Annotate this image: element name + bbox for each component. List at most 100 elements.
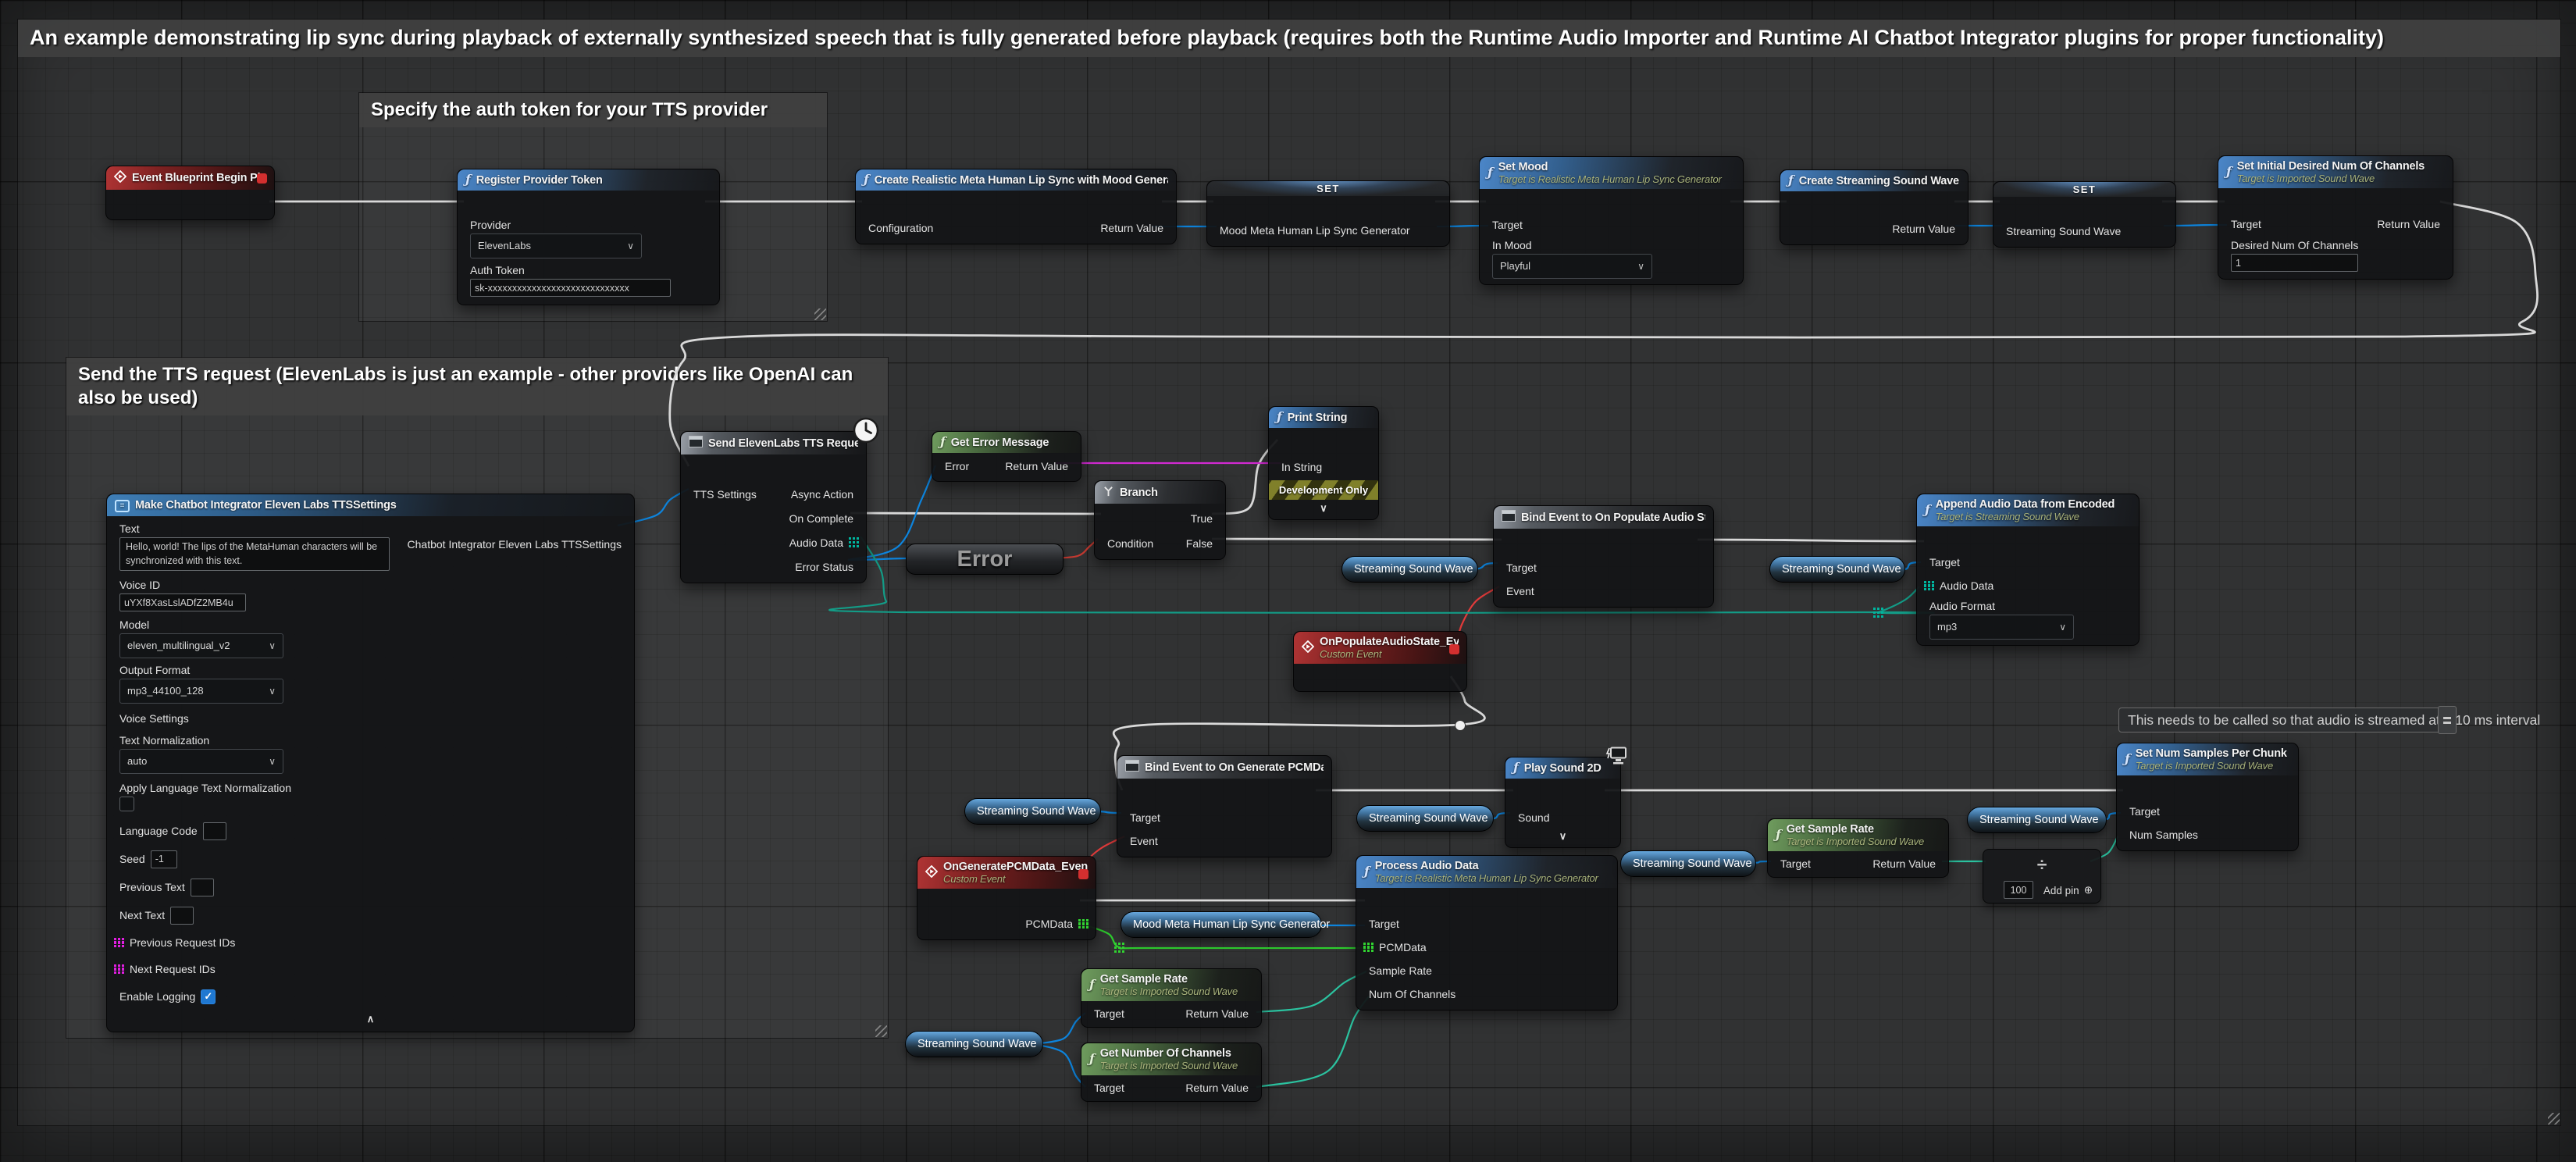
print-string-node[interactable]: ƒPrint StringIn StringDevelopment Only∨ <box>1268 406 1379 520</box>
create-realistic-lipsync-node[interactable]: ƒCreate Realistic Meta Human Lip Sync wi… <box>855 169 1177 244</box>
textarea-field[interactable]: Hello, world! The lips of the MetaHuman … <box>119 537 390 571</box>
blueprint-graph-canvas[interactable]: An example demonstrating lip sync during… <box>0 0 2576 1162</box>
delegate-pin[interactable] <box>1078 869 1088 879</box>
checkbox[interactable] <box>119 797 134 811</box>
node-header[interactable]: SET <box>1207 181 1449 196</box>
node-header[interactable]: SET <box>1993 182 2175 197</box>
note-pin-button[interactable] <box>2438 706 2457 734</box>
divisor-value-field[interactable]: 100 <box>2004 881 2033 899</box>
variable-get-pill[interactable]: Streaming Sound Wave <box>905 1031 1043 1057</box>
node-header[interactable]: ƒGet Error Message <box>932 432 1081 453</box>
audio-data-pin[interactable] <box>849 537 859 547</box>
bind-event-on-populate-audio-state-node[interactable]: Bind Event to On Populate Audio StateTar… <box>1493 505 1714 608</box>
get-sample-rate-right-node[interactable]: ƒGet Sample RateTarget is Imported Sound… <box>1767 818 1949 878</box>
branch-node[interactable]: BranchTrueConditionFalse <box>1094 480 1226 560</box>
comment-title-bar[interactable]: An example demonstrating lip sync during… <box>18 20 2560 57</box>
text-field[interactable] <box>170 907 194 925</box>
get-number-of-channels-node[interactable]: ƒGet Number Of ChannelsTarget is Importe… <box>1081 1043 1262 1102</box>
comment-title-bar[interactable]: Send the TTS request (ElevenLabs is just… <box>66 358 888 415</box>
node-subtitle: Target is Streaming Sound Wave <box>1936 511 2115 522</box>
create-streaming-sound-wave-node[interactable]: ƒCreate Streaming Sound WaveReturn Value <box>1780 169 1969 245</box>
set-mood-node[interactable]: ƒSet MoodTarget is Realistic Meta Human … <box>1479 156 1744 285</box>
variable-get-pill[interactable]: Streaming Sound Wave <box>1356 805 1494 832</box>
node-header[interactable]: ƒGet Number Of ChannelsTarget is Importe… <box>1081 1043 1261 1075</box>
set-initial-desired-num-channels-node[interactable]: ƒSet Initial Desired Num Of ChannelsTarg… <box>2218 155 2453 280</box>
text-field[interactable] <box>203 822 226 840</box>
node-header[interactable]: ƒPlay Sound 2D <box>1505 757 1620 779</box>
node-header[interactable]: Bind Event to On Generate PCMData <box>1117 756 1331 779</box>
play-sound-2d-node[interactable]: ƒPlay Sound 2DSound∨ <box>1505 757 1621 848</box>
comment-resize-handle[interactable] <box>875 1025 887 1037</box>
node-header[interactable]: ≡Make Chatbot Integrator Eleven Labs TTS… <box>107 494 634 516</box>
dropdown[interactable]: Playful∨ <box>1492 254 1652 279</box>
dropdown[interactable]: eleven_multilingual_v2∨ <box>119 633 283 658</box>
node-header[interactable]: ƒRegister Provider Token <box>458 169 719 191</box>
comment-resize-handle[interactable] <box>2548 1113 2560 1125</box>
pcmdata-pin[interactable] <box>1078 919 1088 929</box>
checkbox[interactable]: ✓ <box>201 989 216 1004</box>
get-sample-rate-bottom-node[interactable]: ƒGet Sample RateTarget is Imported Sound… <box>1081 968 1262 1028</box>
comment-resize-handle[interactable] <box>814 308 826 320</box>
node-header[interactable]: ƒCreate Streaming Sound Wave <box>1780 170 1968 191</box>
variable-get-pill[interactable]: Mood Meta Human Lip Sync Generator <box>1121 911 1322 938</box>
variable-get-pill[interactable]: Streaming Sound Wave <box>1341 556 1478 583</box>
node-header[interactable]: Branch <box>1095 481 1225 504</box>
dropdown[interactable]: ElevenLabs∨ <box>470 233 642 258</box>
previous-request-ids-pin[interactable] <box>114 938 124 948</box>
node-header[interactable]: ƒSet Initial Desired Num Of ChannelsTarg… <box>2218 156 2453 188</box>
dropdown[interactable]: mp3∨ <box>1929 615 2074 640</box>
node-header[interactable]: OnPopulateAudioState_EventCustom Event <box>1294 632 1466 664</box>
node-header[interactable]: ƒGet Sample RateTarget is Imported Sound… <box>1768 819 1948 851</box>
delegate-pin[interactable] <box>1449 644 1459 654</box>
add-pin-button[interactable]: Add pin⊕ <box>2043 884 2093 896</box>
node-header[interactable]: ƒAppend Audio Data from EncodedTarget is… <box>1917 494 2139 526</box>
chevron-down-icon[interactable]: ∨ <box>1276 502 1371 515</box>
node-header[interactable]: ƒGet Sample RateTarget is Imported Sound… <box>1081 969 1261 1001</box>
dropdown[interactable]: mp3_44100_128∨ <box>119 679 283 704</box>
variable-get-pill[interactable]: Streaming Sound Wave <box>964 798 1101 825</box>
register-provider-token-node[interactable]: ƒRegister Provider TokenProviderElevenLa… <box>457 169 720 305</box>
node-header[interactable]: OnGeneratePCMData_EventCustom Event <box>917 857 1096 889</box>
node-header[interactable]: ƒSet Num Samples Per ChunkTarget is Impo… <box>2117 743 2298 775</box>
event-begin-play-node[interactable]: Event Blueprint Begin Play <box>105 166 275 220</box>
divide-compact-node[interactable]: ÷100Add pin⊕ <box>1983 849 2101 904</box>
audio-data-pin[interactable] <box>1924 581 1934 591</box>
comment-title-bar[interactable]: Specify the auth token for your TTS prov… <box>359 93 827 127</box>
text-field[interactable]: uYXf8XasLslADfZ2MB4u <box>119 593 246 611</box>
make-chatbot-tts-settings-node[interactable]: ≡Make Chatbot Integrator Eleven Labs TTS… <box>106 494 635 1032</box>
set-num-samples-per-chunk-node[interactable]: ƒSet Num Samples Per ChunkTarget is Impo… <box>2116 743 2299 851</box>
node-header[interactable]: ƒSet MoodTarget is Realistic Meta Human … <box>1480 157 1743 189</box>
append-audio-data-from-encoded-node[interactable]: ƒAppend Audio Data from EncodedTarget is… <box>1916 494 2140 646</box>
node-header[interactable]: ƒProcess Audio DataTarget is Realistic M… <box>1356 856 1617 888</box>
next-request-ids-pin[interactable] <box>114 964 124 975</box>
text-field[interactable]: sk-xxxxxxxxxxxxxxxxxxxxxxxxxxxxx <box>470 279 671 297</box>
set-streaming-sound-wave-var-node[interactable]: SETStreaming Sound Wave <box>1993 181 2176 248</box>
chevron-down-icon[interactable]: ∨ <box>1512 830 1613 843</box>
node-header[interactable]: Send ElevenLabs TTS Request <box>681 432 866 454</box>
error-compact-node[interactable]: Error <box>906 544 1064 575</box>
pcmdata-pin[interactable] <box>1363 943 1374 953</box>
chevron-up-icon[interactable]: ∧ <box>114 1013 627 1025</box>
dropdown[interactable]: auto∨ <box>119 749 283 774</box>
delegate-pin[interactable] <box>257 173 267 184</box>
array-reroute-node[interactable] <box>1873 608 1883 618</box>
send-elevenlabs-tts-request-node[interactable]: Send ElevenLabs TTS RequestTTS SettingsA… <box>680 431 867 583</box>
node-header[interactable]: Bind Event to On Populate Audio State <box>1494 506 1713 529</box>
array-reroute-node[interactable] <box>1114 943 1124 953</box>
variable-get-pill[interactable]: Streaming Sound Wave <box>1967 807 2107 833</box>
on-generate-pcmdata-event-node[interactable]: OnGeneratePCMData_EventCustom EventPCMDa… <box>917 856 1096 940</box>
node-header[interactable]: Event Blueprint Begin Play <box>106 166 274 190</box>
variable-get-pill[interactable]: Streaming Sound Wave <box>1769 556 1905 583</box>
variable-get-pill[interactable]: Streaming Sound Wave <box>1620 850 1756 877</box>
get-error-message-node[interactable]: ƒGet Error MessageErrorReturn Value <box>932 431 1081 482</box>
text-field[interactable] <box>191 879 214 896</box>
node-header[interactable]: ƒCreate Realistic Meta Human Lip Sync wi… <box>856 169 1176 191</box>
exec-reroute-node[interactable] <box>1455 720 1466 731</box>
on-populate-audio-state-event-node[interactable]: OnPopulateAudioState_EventCustom Event <box>1293 631 1467 692</box>
set-mood-generator-var-node[interactable]: SETMood Meta Human Lip Sync Generator <box>1206 180 1450 247</box>
bind-event-on-generate-pcmdata-node[interactable]: Bind Event to On Generate PCMDataTargetE… <box>1117 755 1332 857</box>
text-field[interactable]: 1 <box>2231 254 2358 272</box>
process-audio-data-node[interactable]: ƒProcess Audio DataTarget is Realistic M… <box>1356 855 1618 1011</box>
text-field[interactable]: -1 <box>151 850 177 868</box>
node-header[interactable]: ƒPrint String <box>1269 407 1378 428</box>
